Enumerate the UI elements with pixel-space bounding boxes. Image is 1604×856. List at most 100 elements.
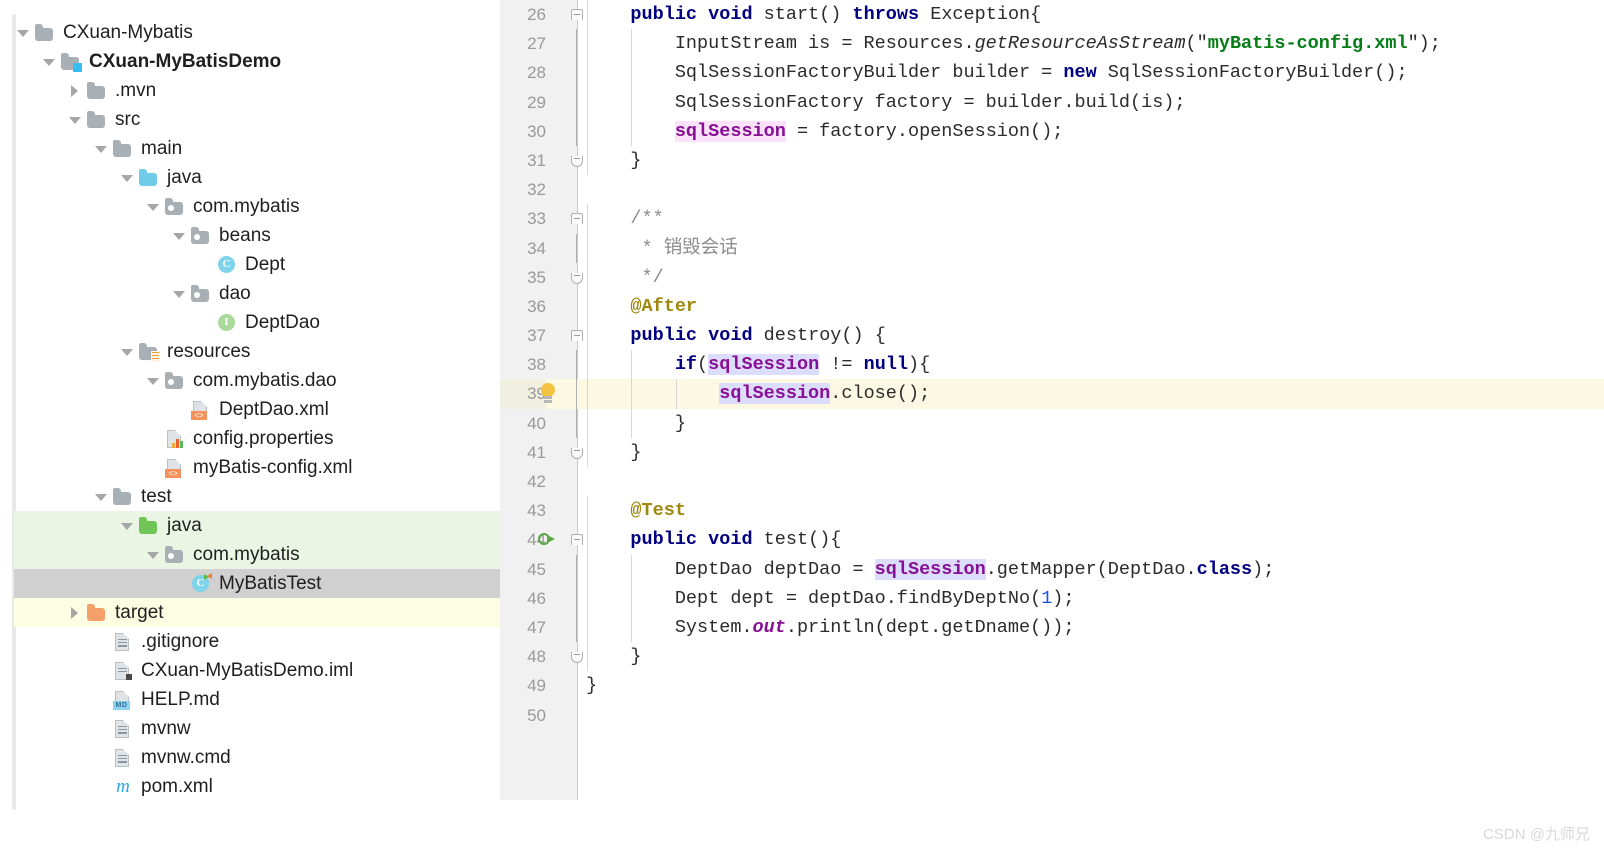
code-line[interactable]: 34 * 销毁会话 (500, 233, 1604, 263)
tree-item-deptdao-xml[interactable]: <> DeptDao.xml (14, 395, 500, 424)
gutter-marker[interactable] (530, 496, 566, 525)
tree-item-pom-xml[interactable]: m pom.xml (14, 772, 500, 801)
code-line[interactable]: 43 @Test (500, 496, 1604, 526)
gutter-marker[interactable] (530, 438, 566, 467)
code-fold-control[interactable] (566, 321, 588, 350)
fold-open-icon[interactable] (571, 9, 583, 20)
gutter-marker[interactable] (530, 117, 566, 146)
chevron-down-icon[interactable] (144, 540, 164, 569)
code-line[interactable]: 35 */ (500, 262, 1604, 292)
gutter-marker[interactable] (530, 613, 566, 642)
tree-item-mybatistest[interactable]: C MyBatisTest (14, 569, 500, 598)
code-line[interactable]: 41 } (500, 437, 1604, 467)
gutter-marker[interactable] (530, 88, 566, 117)
chevron-down-icon[interactable] (40, 47, 60, 76)
code-line[interactable]: 33 /** (500, 204, 1604, 234)
chevron-right-icon[interactable] (66, 76, 86, 105)
tree-item-mvnw-cmd[interactable]: mvnw.cmd (14, 743, 500, 772)
code-line[interactable]: 42 (500, 467, 1604, 496)
code-line[interactable]: 44 public void test(){ (500, 525, 1604, 555)
fold-close-icon[interactable] (571, 652, 583, 664)
gutter-marker[interactable] (530, 29, 566, 58)
code-line[interactable]: 50 (500, 701, 1604, 730)
chevron-down-icon[interactable] (66, 105, 86, 134)
code-line[interactable]: 30 sqlSession = factory.openSession(); (500, 116, 1604, 146)
code-line[interactable]: 28 SqlSessionFactoryBuilder builder = ne… (500, 58, 1604, 88)
gutter-marker[interactable] (530, 234, 566, 263)
gutter-marker[interactable] (530, 701, 566, 730)
chevron-down-icon[interactable] (118, 163, 138, 192)
gutter-marker[interactable] (530, 321, 566, 350)
code-line[interactable]: 26 public void start() throws Exception{ (500, 0, 1604, 30)
code-fold-control[interactable] (566, 0, 588, 29)
gutter-marker[interactable] (530, 584, 566, 613)
code-line[interactable]: 40 } (500, 408, 1604, 438)
code-line[interactable]: 27 InputStream is = Resources.getResourc… (500, 29, 1604, 59)
gutter-marker[interactable] (530, 409, 566, 438)
gutter-marker[interactable] (530, 292, 566, 321)
code-line[interactable]: 48 } (500, 642, 1604, 672)
gutter-marker[interactable] (530, 379, 566, 408)
gutter-marker[interactable] (530, 204, 566, 233)
gutter-marker[interactable] (530, 175, 566, 204)
tree-item-com-mybatis[interactable]: com.mybatis (14, 540, 500, 569)
code-lines[interactable]: 26 public void start() throws Exception{… (500, 0, 1604, 730)
chevron-down-icon[interactable] (92, 134, 112, 163)
chevron-down-icon[interactable] (92, 482, 112, 511)
tree-item-java[interactable]: java (14, 163, 500, 192)
chevron-down-icon[interactable] (144, 366, 164, 395)
gutter-marker[interactable] (530, 525, 566, 554)
chevron-down-icon[interactable] (14, 18, 34, 47)
tree-item-com-mybatis-dao[interactable]: com.mybatis.dao (14, 366, 500, 395)
code-line[interactable]: 37 public void destroy() { (500, 321, 1604, 351)
gutter-marker[interactable] (530, 350, 566, 379)
code-line[interactable]: 29 SqlSessionFactory factory = builder.b… (500, 87, 1604, 117)
chevron-down-icon[interactable] (118, 337, 138, 366)
fold-open-icon[interactable] (571, 534, 583, 546)
tree-item-cxuan-mybatisdemo-iml[interactable]: CXuan-MyBatisDemo.iml (14, 656, 500, 685)
tree-item-config-properties[interactable]: config.properties (14, 424, 500, 453)
tree-item-java[interactable]: java (14, 511, 500, 540)
tree-item-mvnw[interactable]: mvnw (14, 714, 500, 743)
fold-open-icon[interactable] (571, 330, 583, 342)
tree-item-mybatis-config-xml[interactable]: <> myBatis-config.xml (14, 453, 500, 482)
fold-close-icon[interactable] (571, 447, 583, 459)
code-fold-control[interactable] (566, 204, 588, 233)
gutter-marker[interactable] (530, 555, 566, 584)
code-line[interactable]: 31 } (500, 145, 1604, 176)
code-line[interactable]: 46 Dept dept = deptDao.findByDeptNo(1); (500, 583, 1604, 613)
code-fold-control[interactable] (566, 642, 588, 671)
code-fold-control[interactable] (566, 146, 588, 175)
chevron-down-icon[interactable] (118, 511, 138, 540)
tree-item-target[interactable]: target (14, 598, 500, 627)
code-line[interactable]: 39 sqlSession.close(); (500, 379, 1604, 409)
code-fold-control[interactable] (566, 438, 588, 467)
chevron-right-icon[interactable] (66, 598, 86, 627)
tree-item-mvn[interactable]: .mvn (14, 76, 500, 105)
lightbulb-icon[interactable] (538, 383, 558, 405)
tree-item-test[interactable]: test (14, 482, 500, 511)
tree-item-dao[interactable]: dao (14, 279, 500, 308)
code-editor[interactable]: 26 public void start() throws Exception{… (500, 0, 1604, 856)
code-line[interactable]: 38 if(sqlSession != null){ (500, 350, 1604, 380)
chevron-down-icon[interactable] (170, 279, 190, 308)
code-line[interactable]: 45 DeptDao deptDao = sqlSession.getMappe… (500, 554, 1604, 584)
code-line[interactable]: 32 (500, 175, 1604, 204)
fold-open-icon[interactable] (571, 213, 583, 225)
gutter-marker[interactable] (530, 467, 566, 496)
tree-item-help-md[interactable]: MD HELP.md (14, 685, 500, 714)
run-test-icon[interactable] (538, 531, 558, 549)
tree-item-dept[interactable]: C Dept (14, 250, 500, 279)
gutter-marker[interactable] (530, 146, 566, 175)
tree-item-resources[interactable]: resources (14, 337, 500, 366)
gutter-marker[interactable] (530, 671, 566, 700)
gutter-marker[interactable] (530, 58, 566, 87)
tree-item-main[interactable]: main (14, 134, 500, 163)
code-fold-control[interactable] (566, 525, 588, 554)
chevron-down-icon[interactable] (170, 221, 190, 250)
code-line[interactable]: 49} (500, 671, 1604, 700)
gutter-marker[interactable] (530, 0, 566, 29)
tree-item-gitignore[interactable]: .gitignore (14, 627, 500, 656)
tree-item-cxuan-mybatisdemo[interactable]: CXuan-MyBatisDemo (14, 47, 500, 76)
code-fold-control[interactable] (566, 263, 588, 292)
